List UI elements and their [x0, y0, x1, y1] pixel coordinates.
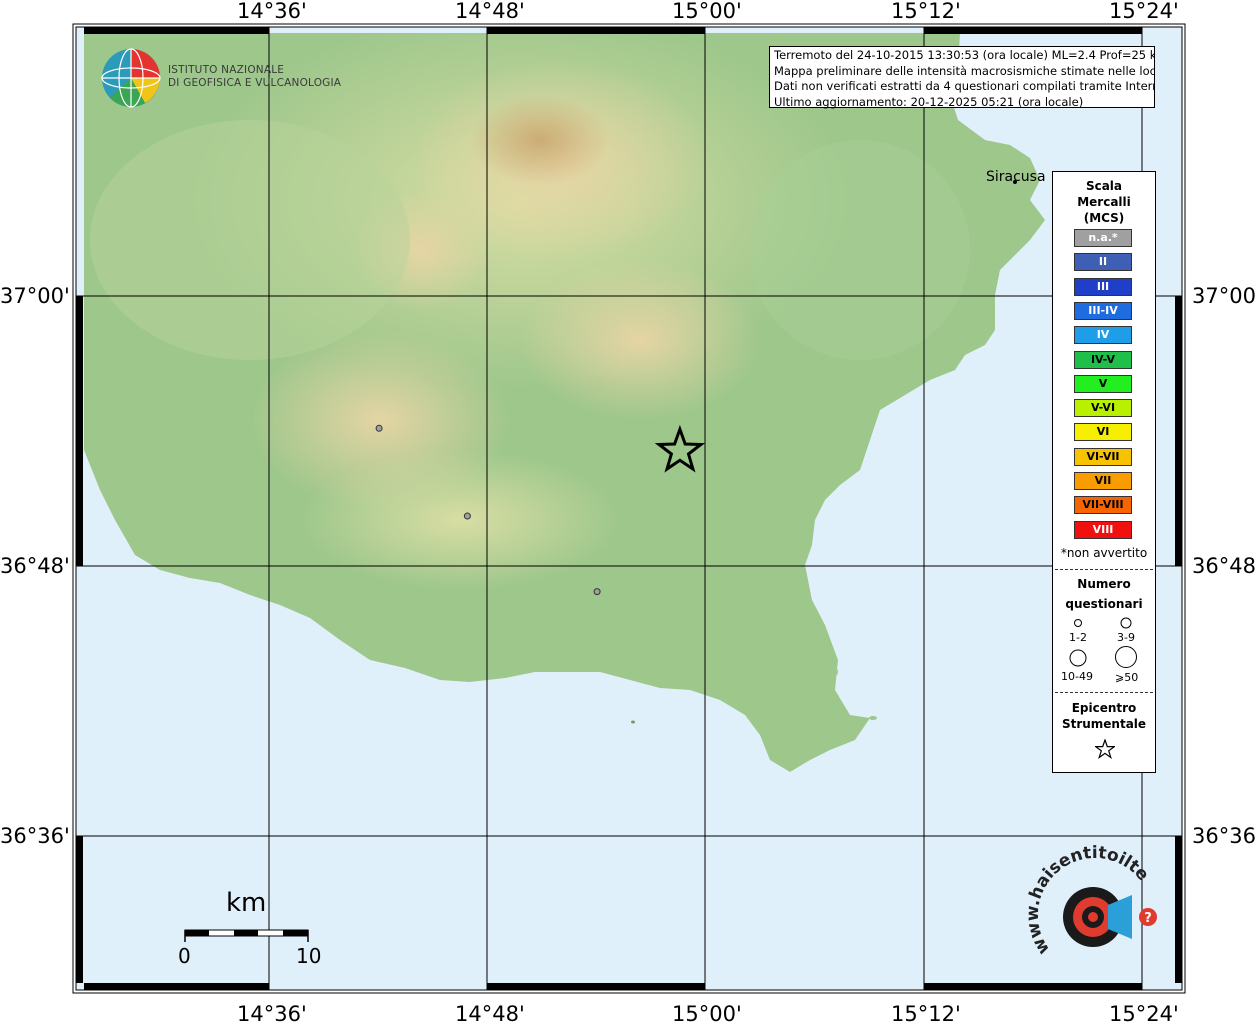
ingv-globe-icon: [101, 48, 161, 108]
legend-class-9: VI-VII: [1074, 447, 1132, 466]
legend-title: Scala Mercalli (MCS): [1053, 178, 1155, 226]
islet: [631, 720, 635, 724]
intensity-legend: Scala Mercalli (MCS) n.a.* II III III-IV IV I…: [1052, 171, 1156, 773]
symbol-size-3: [1069, 649, 1087, 667]
lon-label-top-4: 15°12': [891, 0, 961, 23]
lat-label-left-1: 37°00': [0, 284, 70, 308]
epicenter-title-line2: Strumentale: [1061, 717, 1147, 731]
lat-label-left-2: 36°48': [0, 554, 70, 578]
lon-label-bottom-1: 14°36': [237, 1002, 307, 1026]
event-info-box: Terremoto del 24-10-2015 13:30:53 (ora l…: [769, 46, 1155, 109]
legend-separator: [1055, 569, 1153, 570]
legend-star-icon: [1095, 739, 1115, 759]
islet: [832, 668, 838, 676]
symbol-label-1: 1-2: [1069, 631, 1087, 644]
lon-label-top-5: 15°24': [1109, 0, 1179, 23]
lon-label-top-2: 14°48': [455, 0, 525, 23]
legend-class-0: n.a.*: [1074, 229, 1132, 247]
observation-point: [375, 424, 383, 432]
legend-class-3: III-IV: [1074, 301, 1132, 320]
questionnaire-title-line1: Numero: [1077, 577, 1131, 591]
event-info-line2: Mappa preliminare delle intensità macros…: [774, 63, 1154, 78]
legend-note: *non avvertito: [1060, 546, 1148, 560]
legend-class-6: V: [1074, 374, 1132, 393]
lat-label-right-2: 36°48': [1192, 554, 1256, 578]
legend-title-line3: (MCS): [1083, 211, 1125, 225]
legend-class-10: VII: [1074, 472, 1132, 490]
lon-label-top-3: 15°00': [672, 0, 742, 23]
symbol-size-2: [1120, 617, 1132, 629]
legend-class-2: III: [1074, 277, 1132, 296]
institute-name-line1: ISTITUTO NAZIONALE: [168, 64, 285, 76]
lon-label-top-1: 14°36': [237, 0, 307, 23]
symbol-label-4: ⩾50: [1115, 671, 1139, 684]
questionnaire-title: Numero questionari: [1053, 574, 1155, 614]
legend-class-7: V-VI: [1074, 399, 1132, 418]
legend-class-5: IV-V: [1074, 350, 1132, 369]
lon-label-bottom-5: 15°24': [1109, 1002, 1179, 1026]
event-info-line4: Ultimo aggiornamento: 20-12-2025 05:21 (…: [774, 94, 1084, 109]
legend-class-11: VII-VIII: [1074, 496, 1132, 515]
symbol-size-1: [1074, 619, 1082, 627]
scale-bar-unit: km: [226, 888, 267, 918]
epicenter-title-line1: Epicentro: [1071, 701, 1137, 715]
legend-title-line2: Mercalli: [1077, 195, 1131, 209]
lat-label-right-3: 36°36': [1192, 824, 1256, 848]
legend-separator: [1055, 692, 1153, 693]
event-info-line1: Terremoto del 24-10-2015 13:30:53 (ora l…: [774, 48, 1154, 62]
scale-bar-max: 10: [296, 944, 322, 968]
lat-label-right-1: 37°00': [1192, 284, 1256, 308]
lon-label-bottom-4: 15°12': [891, 1002, 961, 1026]
legend-class-4: IV: [1074, 326, 1132, 345]
questionnaire-title-line2: questionari: [1065, 597, 1143, 611]
symbol-label-2: 3-9: [1117, 631, 1135, 644]
islet: [869, 716, 877, 720]
svg-text:?: ?: [1144, 911, 1152, 926]
legend-class-1: II: [1074, 253, 1132, 272]
institute-name-line2: DI GEOFISICA E VULCANOLOGIA: [168, 77, 342, 89]
lon-label-bottom-2: 14°48': [455, 1002, 525, 1026]
epicenter-title: Epicentro Strumentale: [1053, 700, 1155, 732]
lon-label-bottom-3: 15°00': [672, 1002, 742, 1026]
legend-title-line1: Scala: [1085, 179, 1123, 193]
city-label-siracusa: Siracusa: [986, 169, 1046, 185]
legend-class-12: VIII: [1074, 520, 1132, 539]
scale-bar-min: 0: [178, 944, 191, 968]
institute-name: ISTITUTO NAZIONALE DI GEOFISICA E VULCAN…: [168, 64, 341, 90]
symbol-label-3: 10-49: [1061, 670, 1093, 683]
symbol-size-4: [1115, 646, 1137, 668]
legend-class-8: VI: [1074, 423, 1132, 442]
event-info-line3: Dati non verificati estratti da 4 questi…: [774, 79, 1154, 93]
observation-point: [593, 588, 601, 596]
observation-point: [463, 512, 471, 520]
lat-label-left-3: 36°36': [0, 824, 70, 848]
